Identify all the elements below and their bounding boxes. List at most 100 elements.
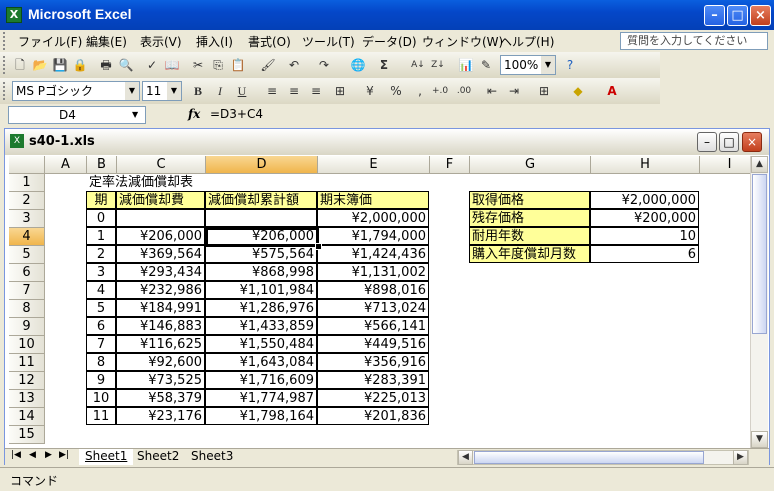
table-cell[interactable]: ¥283,391 xyxy=(317,371,429,389)
row-header[interactable]: 12 xyxy=(9,372,45,390)
table-cell[interactable]: ¥23,176 xyxy=(116,407,205,425)
param-value[interactable]: 10 xyxy=(590,227,699,245)
format-painter-icon[interactable]: 🖌 xyxy=(260,57,276,73)
copy-icon[interactable]: ⎘ xyxy=(210,57,226,73)
table-cell[interactable]: ¥206,000 xyxy=(205,227,317,245)
table-cell[interactable]: 11 xyxy=(86,407,116,425)
column-header-e[interactable]: E xyxy=(318,156,430,174)
table-cell[interactable]: ¥92,600 xyxy=(116,353,205,371)
print-icon[interactable]: 🖶 xyxy=(98,57,114,73)
table-cell[interactable]: ¥201,836 xyxy=(317,407,429,425)
table-cell[interactable]: 2 xyxy=(86,245,116,263)
table-cell[interactable]: ¥116,625 xyxy=(116,335,205,353)
table-cell[interactable]: 10 xyxy=(86,389,116,407)
formula-input[interactable]: =D3+C4 xyxy=(210,107,263,121)
select-all-corner[interactable] xyxy=(9,156,45,174)
maximize-button[interactable]: □ xyxy=(727,5,748,26)
help-icon[interactable]: ? xyxy=(562,57,578,73)
decrease-indent-icon[interactable]: ⇤ xyxy=(484,83,500,99)
table-cell[interactable]: ¥566,141 xyxy=(317,317,429,335)
tab-sheet1[interactable]: Sheet1 xyxy=(79,449,134,465)
table-cell[interactable]: ¥575,564 xyxy=(205,245,317,263)
menu-grip[interactable] xyxy=(3,32,8,50)
percent-icon[interactable]: % xyxy=(388,83,404,99)
table-cell[interactable] xyxy=(116,209,205,227)
row-header[interactable]: 13 xyxy=(9,390,45,408)
name-box[interactable]: D4 xyxy=(8,106,146,124)
print-preview-icon[interactable]: 🔍 xyxy=(118,57,134,73)
table-header-cell[interactable]: 期末簿価 xyxy=(317,191,429,209)
row-header[interactable]: 7 xyxy=(9,282,45,300)
chevron-down-icon[interactable]: ▼ xyxy=(541,56,555,74)
prev-sheet-icon[interactable]: ◀ xyxy=(29,450,36,460)
currency-icon[interactable]: ¥ xyxy=(362,83,378,99)
drawing-icon[interactable]: ✎ xyxy=(478,57,494,73)
merge-center-icon[interactable]: ⊞ xyxy=(332,83,348,99)
table-cell[interactable]: 8 xyxy=(86,353,116,371)
table-cell[interactable]: 5 xyxy=(86,299,116,317)
table-cell[interactable] xyxy=(205,209,317,227)
scroll-up-icon[interactable]: ▲ xyxy=(751,156,768,173)
table-cell[interactable]: ¥206,000 xyxy=(116,227,205,245)
menu-file[interactable]: ファイル(F) xyxy=(18,33,82,50)
new-icon[interactable]: 🗋 xyxy=(12,57,28,73)
spreadsheet-grid[interactable]: A B C D E F G H I 1 2 3 4 5 6 7 8 9 10 1… xyxy=(9,156,750,448)
next-sheet-icon[interactable]: ▶ xyxy=(45,450,52,460)
table-cell[interactable]: ¥1,798,164 xyxy=(205,407,317,425)
align-center-icon[interactable]: ≡ xyxy=(286,83,302,99)
table-cell[interactable]: ¥898,016 xyxy=(317,281,429,299)
bold-button[interactable]: B xyxy=(190,83,206,99)
paste-icon[interactable]: 📋 xyxy=(230,57,246,73)
param-value[interactable]: ¥200,000 xyxy=(590,209,699,227)
table-title[interactable]: 定率法減価償却表 xyxy=(87,174,287,192)
table-header-cell[interactable]: 減価償却費 xyxy=(116,191,205,209)
column-header-d[interactable]: D xyxy=(206,156,318,174)
table-header-cell[interactable]: 期 xyxy=(86,191,116,209)
table-cell[interactable]: 4 xyxy=(86,281,116,299)
font-name-combo[interactable]: MS Pゴシック ▼ xyxy=(12,81,140,101)
column-header-g[interactable]: G xyxy=(470,156,591,174)
decrease-decimal-icon[interactable]: .00 xyxy=(456,83,472,99)
table-cell[interactable]: ¥184,991 xyxy=(116,299,205,317)
table-cell[interactable]: ¥713,024 xyxy=(317,299,429,317)
hyperlink-icon[interactable]: 🌐 xyxy=(350,57,366,73)
increase-decimal-icon[interactable]: +.0 xyxy=(432,83,448,99)
workbook-minimize-button[interactable]: – xyxy=(697,132,717,152)
underline-button[interactable]: U xyxy=(234,83,250,99)
fill-handle[interactable] xyxy=(315,243,322,250)
param-label[interactable]: 耐用年数 xyxy=(469,227,590,245)
row-header[interactable]: 1 xyxy=(9,174,45,192)
toolbar-grip[interactable] xyxy=(3,82,8,100)
menu-edit[interactable]: 編集(E) xyxy=(86,33,127,50)
row-header[interactable]: 4 xyxy=(9,228,45,246)
row-header[interactable]: 2 xyxy=(9,192,45,210)
undo-icon[interactable]: ↶ xyxy=(286,57,302,73)
table-cell[interactable]: ¥146,883 xyxy=(116,317,205,335)
cut-icon[interactable]: ✂ xyxy=(190,57,206,73)
table-cell[interactable]: ¥225,013 xyxy=(317,389,429,407)
fill-color-icon[interactable]: ◆ xyxy=(570,83,586,99)
save-icon[interactable]: 💾 xyxy=(52,57,68,73)
spelling-icon[interactable]: ✓ xyxy=(144,57,160,73)
table-cell[interactable]: 6 xyxy=(86,317,116,335)
table-cell[interactable]: ¥1,424,436 xyxy=(317,245,429,263)
redo-icon[interactable]: ↷ xyxy=(316,57,332,73)
align-left-icon[interactable]: ≡ xyxy=(264,83,280,99)
table-cell[interactable]: ¥1,433,859 xyxy=(205,317,317,335)
table-cell[interactable]: ¥1,716,609 xyxy=(205,371,317,389)
row-header[interactable]: 9 xyxy=(9,318,45,336)
table-cell[interactable]: ¥58,379 xyxy=(116,389,205,407)
sort-descending-icon[interactable]: Z↓ xyxy=(430,57,446,73)
row-header[interactable]: 6 xyxy=(9,264,45,282)
param-value[interactable]: ¥2,000,000 xyxy=(590,191,699,209)
row-header[interactable]: 3 xyxy=(9,210,45,228)
table-cell[interactable]: ¥1,794,000 xyxy=(317,227,429,245)
vertical-scrollbar[interactable]: ▲ ▼ xyxy=(750,156,768,448)
workbook-close-button[interactable]: × xyxy=(742,132,762,152)
toolbar-grip[interactable] xyxy=(3,56,8,74)
scroll-down-icon[interactable]: ▼ xyxy=(751,431,768,448)
increase-indent-icon[interactable]: ⇥ xyxy=(506,83,522,99)
table-cell[interactable]: ¥1,774,987 xyxy=(205,389,317,407)
sort-ascending-icon[interactable]: A↓ xyxy=(410,57,426,73)
horizontal-scroll-thumb[interactable] xyxy=(474,451,704,464)
